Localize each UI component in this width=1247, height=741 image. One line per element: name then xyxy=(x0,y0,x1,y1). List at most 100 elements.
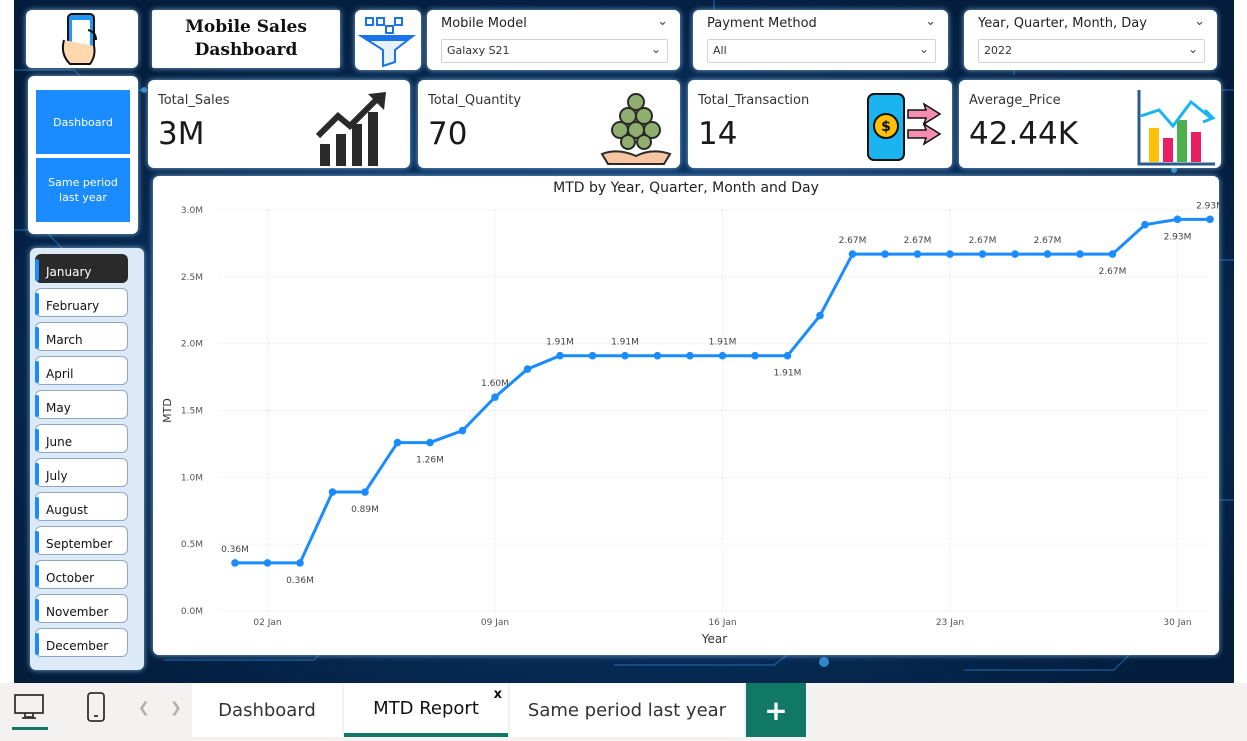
close-icon[interactable]: x xyxy=(494,687,502,702)
slicer-value: All xyxy=(713,44,727,57)
same-period-nav-button[interactable]: Same period last year xyxy=(36,158,130,222)
data-label: 1.91M xyxy=(774,369,802,379)
mtd-chart-card: MTD by Year, Quarter, Month and Day 0.0M… xyxy=(153,176,1219,655)
data-label: 0.89M xyxy=(351,505,379,515)
data-label: 2.67M xyxy=(904,236,932,246)
tab-dashboard[interactable]: Dashboard xyxy=(192,683,342,737)
date-hierarchy-dropdown[interactable]: 2022 ⌄ xyxy=(978,39,1205,63)
month-item-march[interactable]: March xyxy=(35,322,128,351)
y-tick-label: 0.5M xyxy=(181,540,203,550)
data-label: 1.91M xyxy=(709,338,737,348)
month-item-label: June xyxy=(46,435,73,449)
month-item-accent xyxy=(35,463,39,485)
data-point xyxy=(523,365,532,373)
data-point xyxy=(848,250,857,258)
kpi-card-average-price: Average_Price 42.44K xyxy=(959,80,1221,168)
data-point xyxy=(1076,250,1084,258)
dashboard-nav-button[interactable]: Dashboard xyxy=(36,90,130,154)
logo-card xyxy=(26,10,138,68)
month-item-july[interactable]: July xyxy=(35,458,128,487)
slicer-value: 2022 xyxy=(984,44,1012,57)
desktop-view-indicator xyxy=(12,727,48,730)
month-item-accent xyxy=(35,259,39,281)
add-page-button[interactable]: + xyxy=(746,683,806,737)
desktop-view-icon[interactable] xyxy=(12,693,48,721)
month-item-accent xyxy=(35,361,39,383)
chevron-right-icon[interactable]: ❯ xyxy=(170,700,182,716)
x-tick-label: 23 Jan xyxy=(936,618,964,628)
kpi-value: 14 xyxy=(698,116,738,152)
month-item-october[interactable]: October xyxy=(35,560,128,589)
data-point xyxy=(458,426,467,435)
month-item-accent xyxy=(35,565,39,587)
chevron-down-icon[interactable]: ⌄ xyxy=(925,14,936,29)
data-point xyxy=(263,559,272,567)
mobile-model-slicer[interactable]: Mobile Model ⌄ Galaxy S21 ⌄ xyxy=(427,10,680,70)
y-tick-label: 1.5M xyxy=(181,407,203,417)
growth-chart-icon xyxy=(316,92,386,166)
kpi-card-total-sales: Total_Sales 3M xyxy=(148,80,410,168)
month-item-june[interactable]: June xyxy=(35,424,128,453)
mobile-model-dropdown[interactable]: Galaxy S21 ⌄ xyxy=(441,39,668,63)
data-point xyxy=(328,488,337,496)
tab-label: MTD Report xyxy=(373,697,479,719)
chevron-down-icon[interactable]: ⌄ xyxy=(1194,14,1205,29)
tab-label: Same period last year xyxy=(527,699,727,721)
date-hierarchy-slicer[interactable]: Year, Quarter, Month, Day ⌄ 2022 ⌄ xyxy=(964,10,1217,70)
kpi-label: Total_Sales xyxy=(158,93,230,108)
data-point xyxy=(686,351,694,360)
month-item-august[interactable]: August xyxy=(35,492,128,521)
data-point xyxy=(231,559,239,567)
y-tick-label: 2.5M xyxy=(181,273,203,283)
filter-icon-card xyxy=(355,10,421,70)
data-point xyxy=(978,250,987,258)
month-item-accent xyxy=(35,327,39,349)
chevron-down-icon[interactable]: ⌄ xyxy=(1188,42,1198,56)
chevron-down-icon[interactable]: ⌄ xyxy=(657,14,668,29)
payment-method-dropdown[interactable]: All ⌄ xyxy=(707,39,936,63)
data-point xyxy=(491,393,499,401)
data-point xyxy=(946,250,954,258)
data-label: 1.60M xyxy=(481,379,509,389)
data-label: 1.91M xyxy=(611,338,639,348)
data-point xyxy=(393,438,402,447)
month-item-accent xyxy=(35,497,39,519)
data-label: 2.67M xyxy=(1099,267,1127,277)
data-point xyxy=(1141,220,1149,229)
month-item-april[interactable]: April xyxy=(35,356,128,385)
x-tick-label: 30 Jan xyxy=(1163,618,1191,628)
mobile-payment-icon: $ xyxy=(867,93,942,161)
data-point xyxy=(718,351,727,360)
data-label: 1.26M xyxy=(416,456,444,466)
chevron-down-icon[interactable]: ⌄ xyxy=(651,42,661,56)
mtd-line-chart: 0.0M 0.5M 1.0M 1.5M 2.0M 2.5M 3.0M 02 Jan 09 Jan… xyxy=(161,201,1219,646)
month-item-accent xyxy=(35,599,39,621)
month-item-january[interactable]: January xyxy=(35,254,128,283)
month-item-february[interactable]: February xyxy=(35,288,128,317)
data-label: 0.36M xyxy=(286,576,314,586)
kpi-value: 42.44K xyxy=(969,116,1079,152)
month-item-december[interactable]: December xyxy=(35,628,128,657)
month-item-label: July xyxy=(46,469,68,483)
data-point xyxy=(1011,250,1019,258)
tab-label: Dashboard xyxy=(218,699,316,721)
tab-same-period-last-year[interactable]: Same period last year xyxy=(510,683,744,737)
month-item-accent xyxy=(35,293,39,315)
month-item-november[interactable]: November xyxy=(35,594,128,623)
payment-method-slicer[interactable]: Payment Method ⌄ All ⌄ xyxy=(693,10,948,70)
kpi-label: Total_Transaction xyxy=(698,93,810,108)
phone-view-icon[interactable] xyxy=(86,691,108,723)
y-tick-label: 2.0M xyxy=(181,340,203,350)
month-item-september[interactable]: September xyxy=(35,526,128,555)
chevron-left-icon[interactable]: ❮ xyxy=(138,700,150,716)
tab-mtd-report[interactable]: MTD Report x xyxy=(344,683,508,737)
data-label: 0.36M xyxy=(221,545,249,555)
data-label: 1.91M xyxy=(546,338,574,348)
month-item-label: December xyxy=(46,639,109,653)
chevron-down-icon[interactable]: ⌄ xyxy=(919,42,929,56)
kpi-value: 70 xyxy=(428,116,468,152)
month-item-may[interactable]: May xyxy=(35,390,128,419)
month-item-label: March xyxy=(46,333,83,347)
kpi-label: Average_Price xyxy=(969,93,1061,108)
month-item-label: October xyxy=(46,571,95,585)
